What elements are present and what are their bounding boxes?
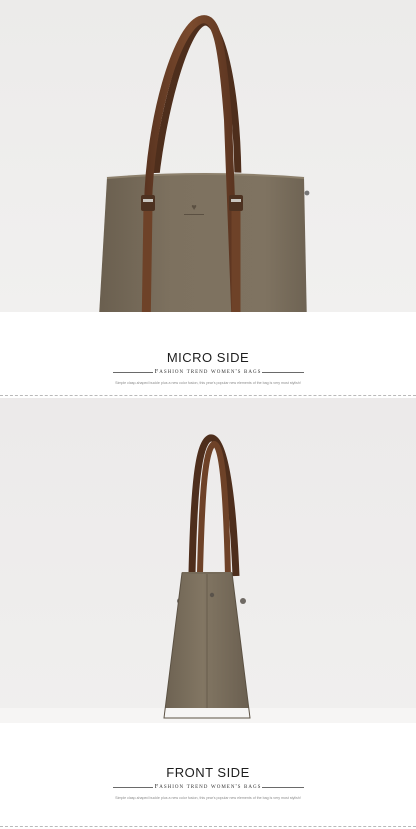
- section-title: MICRO SIDE: [166, 350, 250, 365]
- product-photo-front-side: [0, 398, 416, 723]
- section-divider: [0, 395, 416, 396]
- section-divider: [0, 826, 416, 827]
- section-description: Simple clasp-shaped buckle plus a new co…: [115, 796, 301, 800]
- section-title: FRONT SIDE: [166, 765, 250, 780]
- caption-front-side: FRONT SIDE Fashion trend women's bags Si…: [0, 723, 416, 829]
- tote-bag-image-micro: ♥: [0, 0, 416, 312]
- tote-bag-image-side: [0, 398, 416, 723]
- section-subtitle: Fashion trend women's bags: [154, 368, 262, 375]
- caption-micro-side: MICRO SIDE Fashion trend women's bags Si…: [0, 312, 416, 392]
- bag-body: [99, 174, 307, 312]
- section-description: Simple clasp-shaped buckle plus a new co…: [115, 381, 301, 385]
- product-photo-micro-side: ♥: [0, 0, 416, 312]
- section-subtitle: Fashion trend women's bags: [154, 783, 262, 790]
- svg-text:♥: ♥: [191, 202, 196, 212]
